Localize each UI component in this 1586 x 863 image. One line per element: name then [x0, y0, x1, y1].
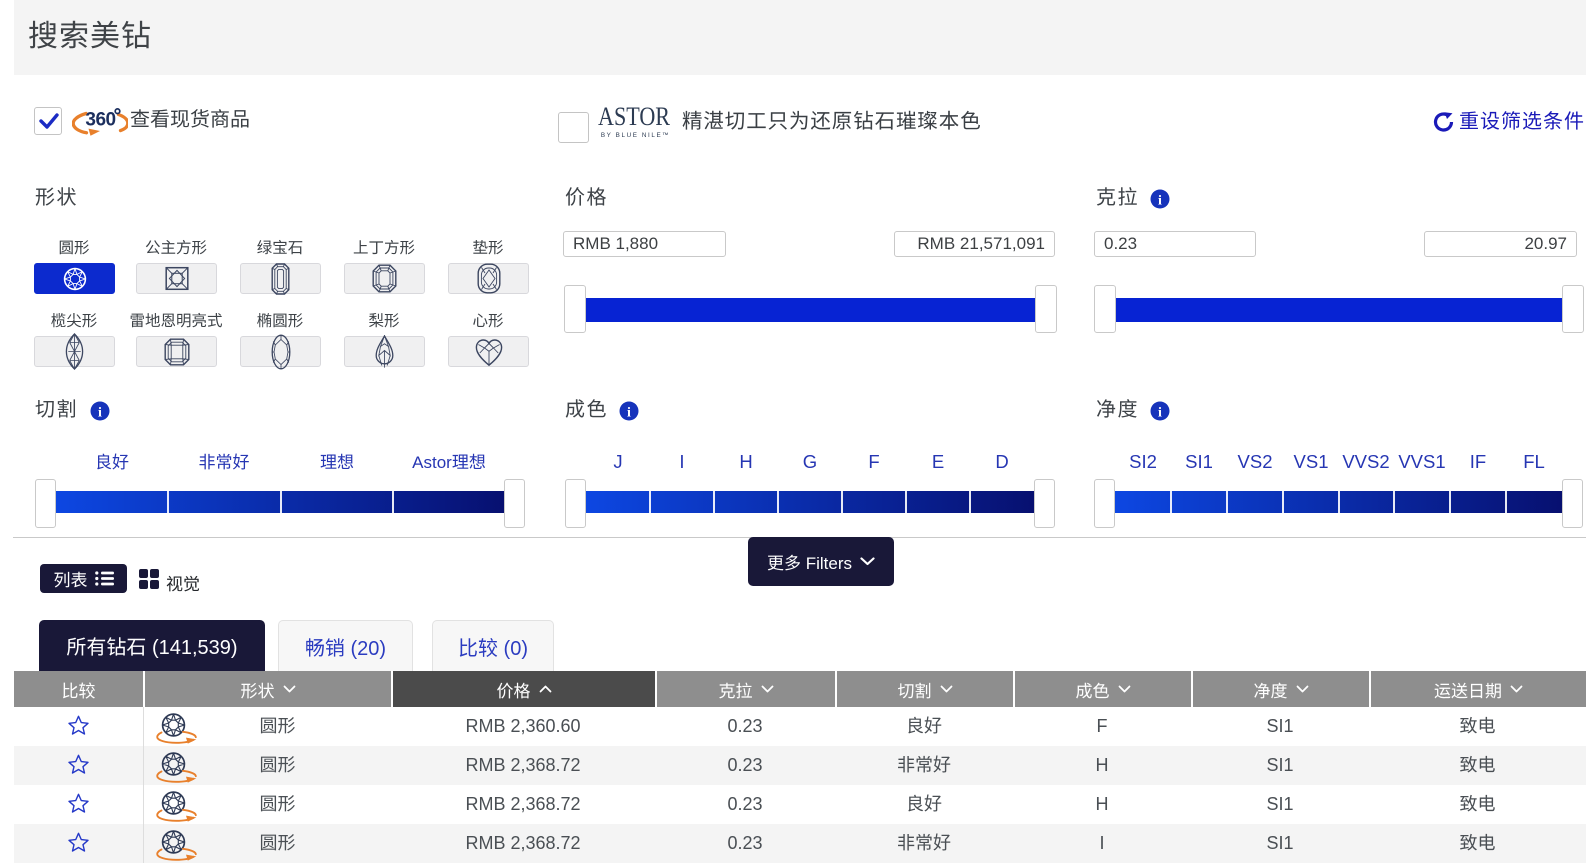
svg-text:360: 360: [85, 110, 115, 131]
svg-text:i: i: [1158, 194, 1162, 209]
svg-text:i: i: [627, 406, 631, 421]
svg-text:i: i: [98, 406, 102, 421]
svg-text:i: i: [1158, 406, 1162, 421]
